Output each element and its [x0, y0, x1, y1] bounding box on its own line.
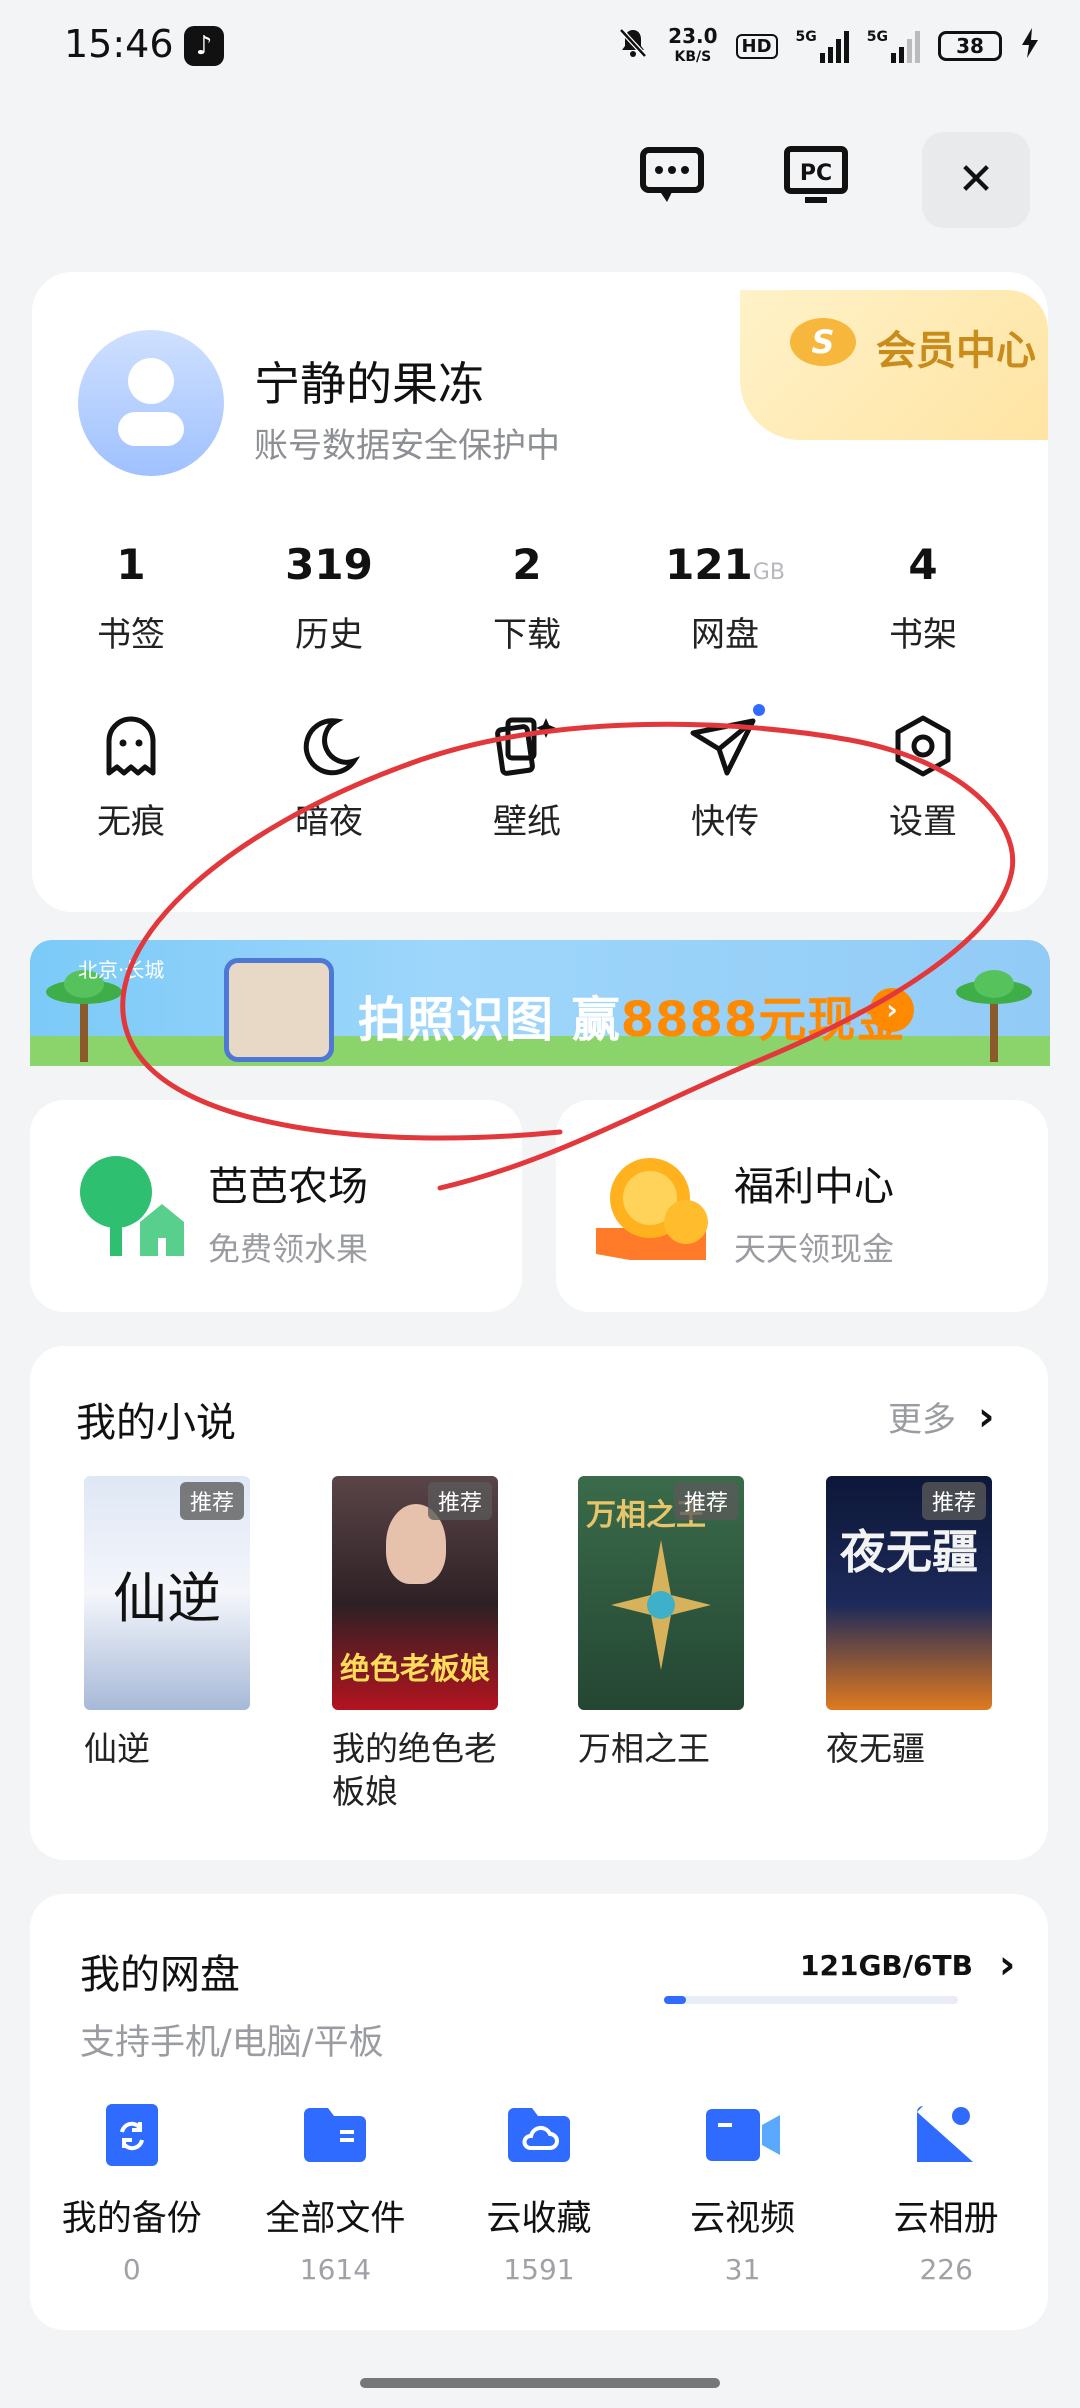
- network-speed: 23.0 KB/S: [668, 23, 718, 65]
- recommend-tag: 推荐: [427, 1482, 492, 1520]
- avatar-head-shape: [128, 358, 174, 404]
- cover-emblem: [611, 1540, 711, 1670]
- shortcut-cloud-video[interactable]: 云视频 31: [653, 2100, 833, 2286]
- album-icon: [856, 2100, 1036, 2170]
- tiktok-notification-icon: ♪: [184, 26, 224, 66]
- tool-quick-transfer[interactable]: 快传: [626, 704, 824, 843]
- vip-coin-icon: S: [790, 318, 856, 366]
- new-badge-dot: [753, 704, 765, 716]
- banner-location: 北京·长城: [78, 958, 165, 982]
- moon-icon: [298, 712, 360, 780]
- welfare-title: 福利中心: [734, 1164, 894, 1210]
- book-item[interactable]: 绝色老板娘 推荐 我的绝色老板娘: [332, 1476, 498, 1814]
- battery-indicator: 38: [938, 31, 1002, 61]
- book-item[interactable]: 仙逆 推荐 仙逆: [84, 1476, 250, 1771]
- cover-title: 绝色老板娘: [340, 1652, 490, 1687]
- stat-history[interactable]: 319 历史: [230, 540, 428, 656]
- book-title: 我的绝色老板娘: [332, 1729, 497, 1811]
- signal-2-icon: 5G: [867, 29, 920, 63]
- book-title: 夜无疆: [826, 1729, 925, 1768]
- settings-icon: [892, 712, 954, 780]
- recommend-tag: 推荐: [179, 1482, 244, 1520]
- novels-more-link[interactable]: 更多 ›: [888, 1392, 994, 1441]
- welfare-text: 福利中心 天天领现金: [734, 1154, 894, 1270]
- stats-row: 1 书签 319 历史 2 下载 121GB 网盘 4 书架: [32, 540, 1022, 656]
- mute-bell-icon: [616, 26, 650, 66]
- svg-text:PC: PC: [800, 161, 832, 186]
- chevron-right-icon: ›: [998, 1942, 1016, 1988]
- welfare-subtitle: 天天领现金: [734, 1230, 895, 1268]
- pc-mode-button[interactable]: PC: [772, 132, 860, 220]
- storage-progress-track: [664, 1996, 958, 2004]
- stat-netdisk[interactable]: 121GB 网盘: [626, 540, 824, 656]
- tool-dark-mode[interactable]: 暗夜: [230, 712, 428, 843]
- netdisk-subtitle: 支持手机/电脑/平板: [80, 2023, 384, 2063]
- book-title: 万相之王: [578, 1729, 710, 1768]
- pc-monitor-icon: PC: [784, 146, 848, 203]
- banner-arrow-icon[interactable]: ›: [870, 988, 914, 1032]
- recommend-tag: 推荐: [921, 1482, 986, 1520]
- shortcut-cloud-favorites[interactable]: 云收藏 1591: [449, 2100, 629, 2286]
- wallpaper-icon: [494, 712, 560, 780]
- book-cover: 仙逆 推荐: [84, 1476, 250, 1710]
- stat-bookshelf[interactable]: 4 书架: [824, 540, 1022, 656]
- vip-center-label[interactable]: 会员中心: [876, 318, 1036, 376]
- netdisk-title: 我的网盘: [80, 1952, 240, 1998]
- cover-title: 夜无疆: [840, 1525, 978, 1579]
- banner-headline: 拍照识图 赢8888元现金: [358, 992, 906, 1048]
- shortcut-all-files[interactable]: 全部文件 1614: [245, 2100, 425, 2286]
- ghost-icon: [101, 712, 161, 780]
- chevron-right-icon: ›: [978, 1393, 995, 1440]
- tool-incognito[interactable]: 无痕: [32, 712, 230, 843]
- farm-text: 芭芭农场 免费领水果: [208, 1154, 368, 1270]
- clock: 15:46: [64, 22, 174, 66]
- farm-subtitle: 免费领水果: [208, 1230, 369, 1268]
- book-item[interactable]: 万相之王 推荐 万相之王: [578, 1476, 744, 1771]
- book-cover: 绝色老板娘 推荐: [332, 1476, 498, 1710]
- send-icon: [689, 704, 765, 780]
- netdisk-usage-link[interactable]: 121GB/6TB ›: [800, 1942, 1015, 1988]
- netdisk-shortcuts: 我的备份 0 全部文件 1614 云收藏 1591 云视频 31 云相册 226: [30, 2100, 1048, 2286]
- signal-1-icon: 5G: [796, 29, 849, 63]
- shortcut-backup[interactable]: 我的备份 0: [42, 2100, 222, 2286]
- charging-icon: [1020, 26, 1040, 66]
- message-button[interactable]: [628, 132, 716, 220]
- netdisk-usage: 121GB/6TB: [800, 1948, 973, 1982]
- palm-tree-right-icon: [956, 970, 1032, 1062]
- tools-row: 无痕 暗夜 壁纸 快传 设置: [32, 704, 1022, 843]
- book-item[interactable]: 夜无疆 推荐 夜无疆: [826, 1476, 992, 1771]
- tool-settings[interactable]: 设置: [824, 712, 1022, 843]
- shortcut-cloud-album[interactable]: 云相册 226: [856, 2100, 1036, 2286]
- gold-coin-icon: [596, 1158, 708, 1260]
- banner-phone-image: [224, 958, 334, 1062]
- tree-house-icon: [80, 1156, 184, 1256]
- stat-downloads[interactable]: 2 下载: [428, 540, 626, 656]
- cloud-folder-icon: [449, 2100, 629, 2170]
- more-label: 更多: [888, 1400, 956, 1440]
- account-security-text: 账号数据安全保护中: [254, 426, 560, 466]
- status-icons: 23.0 KB/S HD 5G 5G 38: [616, 24, 1040, 68]
- tool-wallpaper[interactable]: 壁纸: [428, 712, 626, 843]
- chat-bubble-icon: [640, 147, 704, 202]
- close-button[interactable]: ✕: [922, 132, 1030, 228]
- backup-icon: [42, 2100, 222, 2170]
- cover-title: 仙逆: [113, 1567, 221, 1630]
- book-title: 仙逆: [84, 1729, 150, 1768]
- novels-section-title: 我的小说: [76, 1400, 236, 1446]
- home-indicator[interactable]: [360, 2378, 720, 2388]
- avatar-body-shape: [118, 412, 184, 446]
- storage-progress-fill: [664, 1996, 686, 2004]
- folder-icon: [245, 2100, 425, 2170]
- video-icon: [653, 2100, 833, 2170]
- stat-bookmarks[interactable]: 1 书签: [32, 540, 230, 656]
- farm-title: 芭芭农场: [208, 1164, 368, 1210]
- username[interactable]: 宁静的果冻: [254, 348, 484, 414]
- book-cover: 万相之王 推荐: [578, 1476, 744, 1710]
- hd-voice-badge: HD: [735, 33, 778, 59]
- recommend-tag: 推荐: [673, 1482, 738, 1520]
- book-cover: 夜无疆 推荐: [826, 1476, 992, 1710]
- status-bar: 15:46 ♪ 23.0 KB/S HD 5G 5G 38: [0, 0, 1080, 100]
